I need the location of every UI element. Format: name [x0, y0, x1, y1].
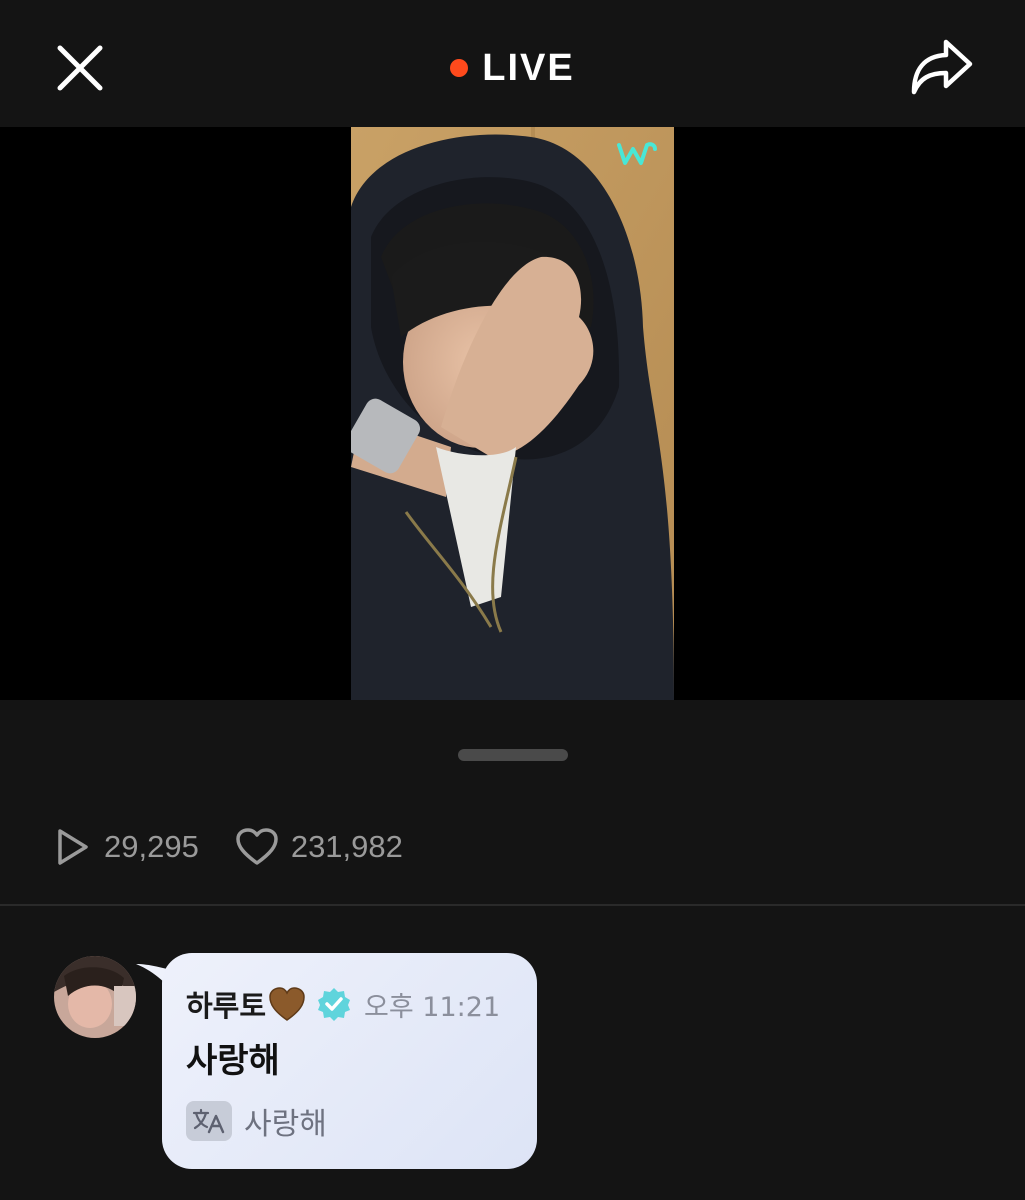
- section-divider: [0, 904, 1025, 906]
- comment-message: 사랑해: [186, 1041, 280, 1081]
- comment-bubble[interactable]: 하루토 오후 11:21 사랑해 사랑해: [162, 953, 537, 1169]
- weverse-logo-icon: [617, 142, 657, 165]
- avatar-image: [54, 956, 136, 1038]
- verified-badge-icon: [318, 988, 351, 1021]
- sheet-drag-handle[interactable]: [458, 749, 568, 761]
- live-video[interactable]: [351, 127, 674, 700]
- comment-author: 하루토: [186, 989, 267, 1023]
- play-count-value: 29,295: [104, 829, 199, 864]
- commenter-avatar[interactable]: [54, 956, 136, 1038]
- live-dot: [450, 59, 469, 77]
- share-button[interactable]: [908, 36, 976, 100]
- live-stats: 29,295 231,982: [52, 822, 439, 872]
- like-count-value: 231,982: [290, 829, 403, 864]
- live-label: LIVE: [482, 46, 575, 89]
- live-indicator: LIVE: [0, 40, 1025, 96]
- like-count[interactable]: 231,982: [235, 827, 403, 867]
- translated-message: 사랑해: [244, 1107, 327, 1142]
- translate-button[interactable]: [186, 1101, 232, 1141]
- play-count: 29,295: [52, 826, 199, 868]
- play-icon: [58, 829, 88, 865]
- video-image: [351, 127, 674, 700]
- share-icon: [911, 39, 973, 95]
- video-area: [0, 127, 1025, 700]
- translate-icon: [192, 1108, 225, 1134]
- brown-heart-icon: [269, 987, 305, 1021]
- comment-time: 오후 11:21: [364, 991, 501, 1023]
- heart-icon: [236, 828, 278, 865]
- top-bar: LIVE: [0, 0, 1025, 127]
- comment-header: 하루토 오후 11:21: [186, 983, 500, 1025]
- comment-translation: 사랑해: [186, 1099, 327, 1143]
- live-screen: LIVE 29,295 231,982 하루토 오후 11:21 사랑해 사랑해: [0, 0, 1025, 1200]
